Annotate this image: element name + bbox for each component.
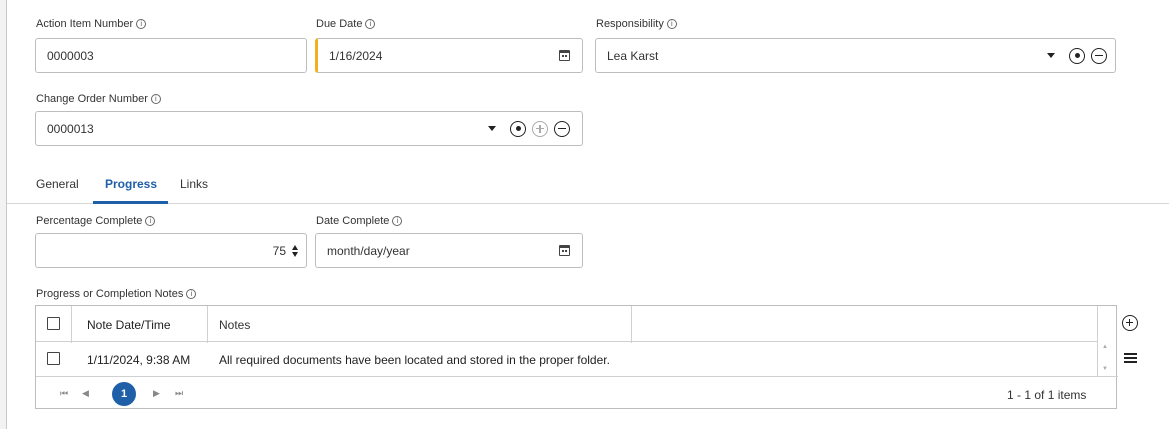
tab-links[interactable]: Links (180, 177, 208, 191)
tab-progress[interactable]: Progress (105, 177, 157, 191)
date-complete-field[interactable]: month/day/year (315, 233, 583, 268)
dropdown-caret-icon[interactable] (1047, 53, 1055, 58)
select-all-checkbox[interactable] (47, 317, 60, 330)
info-icon[interactable]: i (136, 19, 147, 29)
column-divider (1097, 306, 1098, 376)
action-item-number-field[interactable]: 0000003 (35, 38, 307, 73)
grid-header: Note Date/Time Notes (36, 306, 1097, 342)
scroll-down-icon[interactable]: ▼ (1102, 366, 1108, 372)
select-target-icon[interactable] (510, 120, 526, 137)
spinner-icon[interactable] (292, 244, 298, 257)
percentage-complete-label: Percentage Complete i (36, 215, 156, 227)
column-divider (207, 306, 208, 343)
form-panel: Action Item Number i 0000003 Due Date i … (6, 0, 1169, 429)
add-note-button[interactable] (1117, 311, 1143, 335)
tab-bar: General Progress Links (7, 174, 1169, 204)
info-icon[interactable]: i (392, 216, 403, 226)
column-divider (631, 306, 632, 343)
scroll-up-icon[interactable]: ▲ (1102, 344, 1108, 350)
tab-general[interactable]: General (36, 177, 79, 191)
percentage-complete-field[interactable]: 75 (35, 233, 307, 268)
info-icon[interactable]: i (365, 19, 376, 29)
date-complete-label: Date Complete i (316, 215, 403, 227)
row-checkbox[interactable] (47, 352, 60, 365)
due-date-field[interactable]: 1/16/2024 (315, 38, 583, 73)
info-icon[interactable]: i (150, 94, 161, 104)
first-page-icon[interactable]: ⏮ (60, 388, 68, 399)
page-number-button[interactable]: 1 (112, 382, 136, 406)
calendar-icon[interactable] (559, 50, 570, 61)
info-icon[interactable]: i (145, 216, 156, 226)
menu-icon (1123, 353, 1137, 363)
change-order-number-label: Change Order Number i (36, 93, 161, 105)
notes-grid: Note Date/Time Notes 1/11/2024, 9:38 AM … (35, 305, 1118, 409)
pager-summary: 1 - 1 of 1 items (1007, 388, 1087, 402)
column-header-date[interactable]: Note Date/Time (87, 318, 171, 332)
action-item-number-label: Action Item Number i (36, 18, 147, 30)
column-header-notes[interactable]: Notes (219, 318, 250, 332)
info-icon[interactable]: i (186, 289, 197, 299)
remove-circle-icon[interactable] (1091, 47, 1107, 64)
responsibility-dropdown[interactable]: Lea Karst (595, 38, 1116, 73)
select-target-icon[interactable] (1069, 47, 1085, 64)
pager: ⏮ ◀ 1 ▶ ⏭ 1 - 1 of 1 items (36, 376, 1118, 409)
notes-label: Progress or Completion Notes i (36, 288, 197, 300)
column-divider (71, 306, 72, 343)
spinner-down-icon[interactable] (292, 251, 298, 257)
dropdown-caret-icon[interactable] (488, 126, 496, 131)
column-menu-button[interactable] (1117, 346, 1143, 370)
add-circle-icon (1122, 315, 1138, 331)
table-row[interactable]: 1/11/2024, 9:38 AM All required document… (36, 343, 1097, 376)
add-circle-icon (532, 120, 548, 137)
due-date-label: Due Date i (316, 18, 376, 30)
last-page-icon[interactable]: ⏭ (175, 388, 183, 399)
row-datetime: 1/11/2024, 9:38 AM (87, 353, 191, 367)
prev-page-icon[interactable]: ◀ (82, 388, 89, 399)
row-note: All required documents have been located… (219, 353, 610, 367)
calendar-icon[interactable] (559, 245, 570, 256)
change-order-number-dropdown[interactable]: 0000013 (35, 111, 583, 146)
responsibility-label: Responsibility i (596, 18, 677, 30)
remove-circle-icon[interactable] (554, 120, 570, 137)
spinner-up-icon[interactable] (292, 244, 298, 250)
info-icon[interactable]: i (666, 19, 677, 29)
next-page-icon[interactable]: ▶ (153, 388, 160, 399)
active-tab-indicator (93, 201, 168, 204)
